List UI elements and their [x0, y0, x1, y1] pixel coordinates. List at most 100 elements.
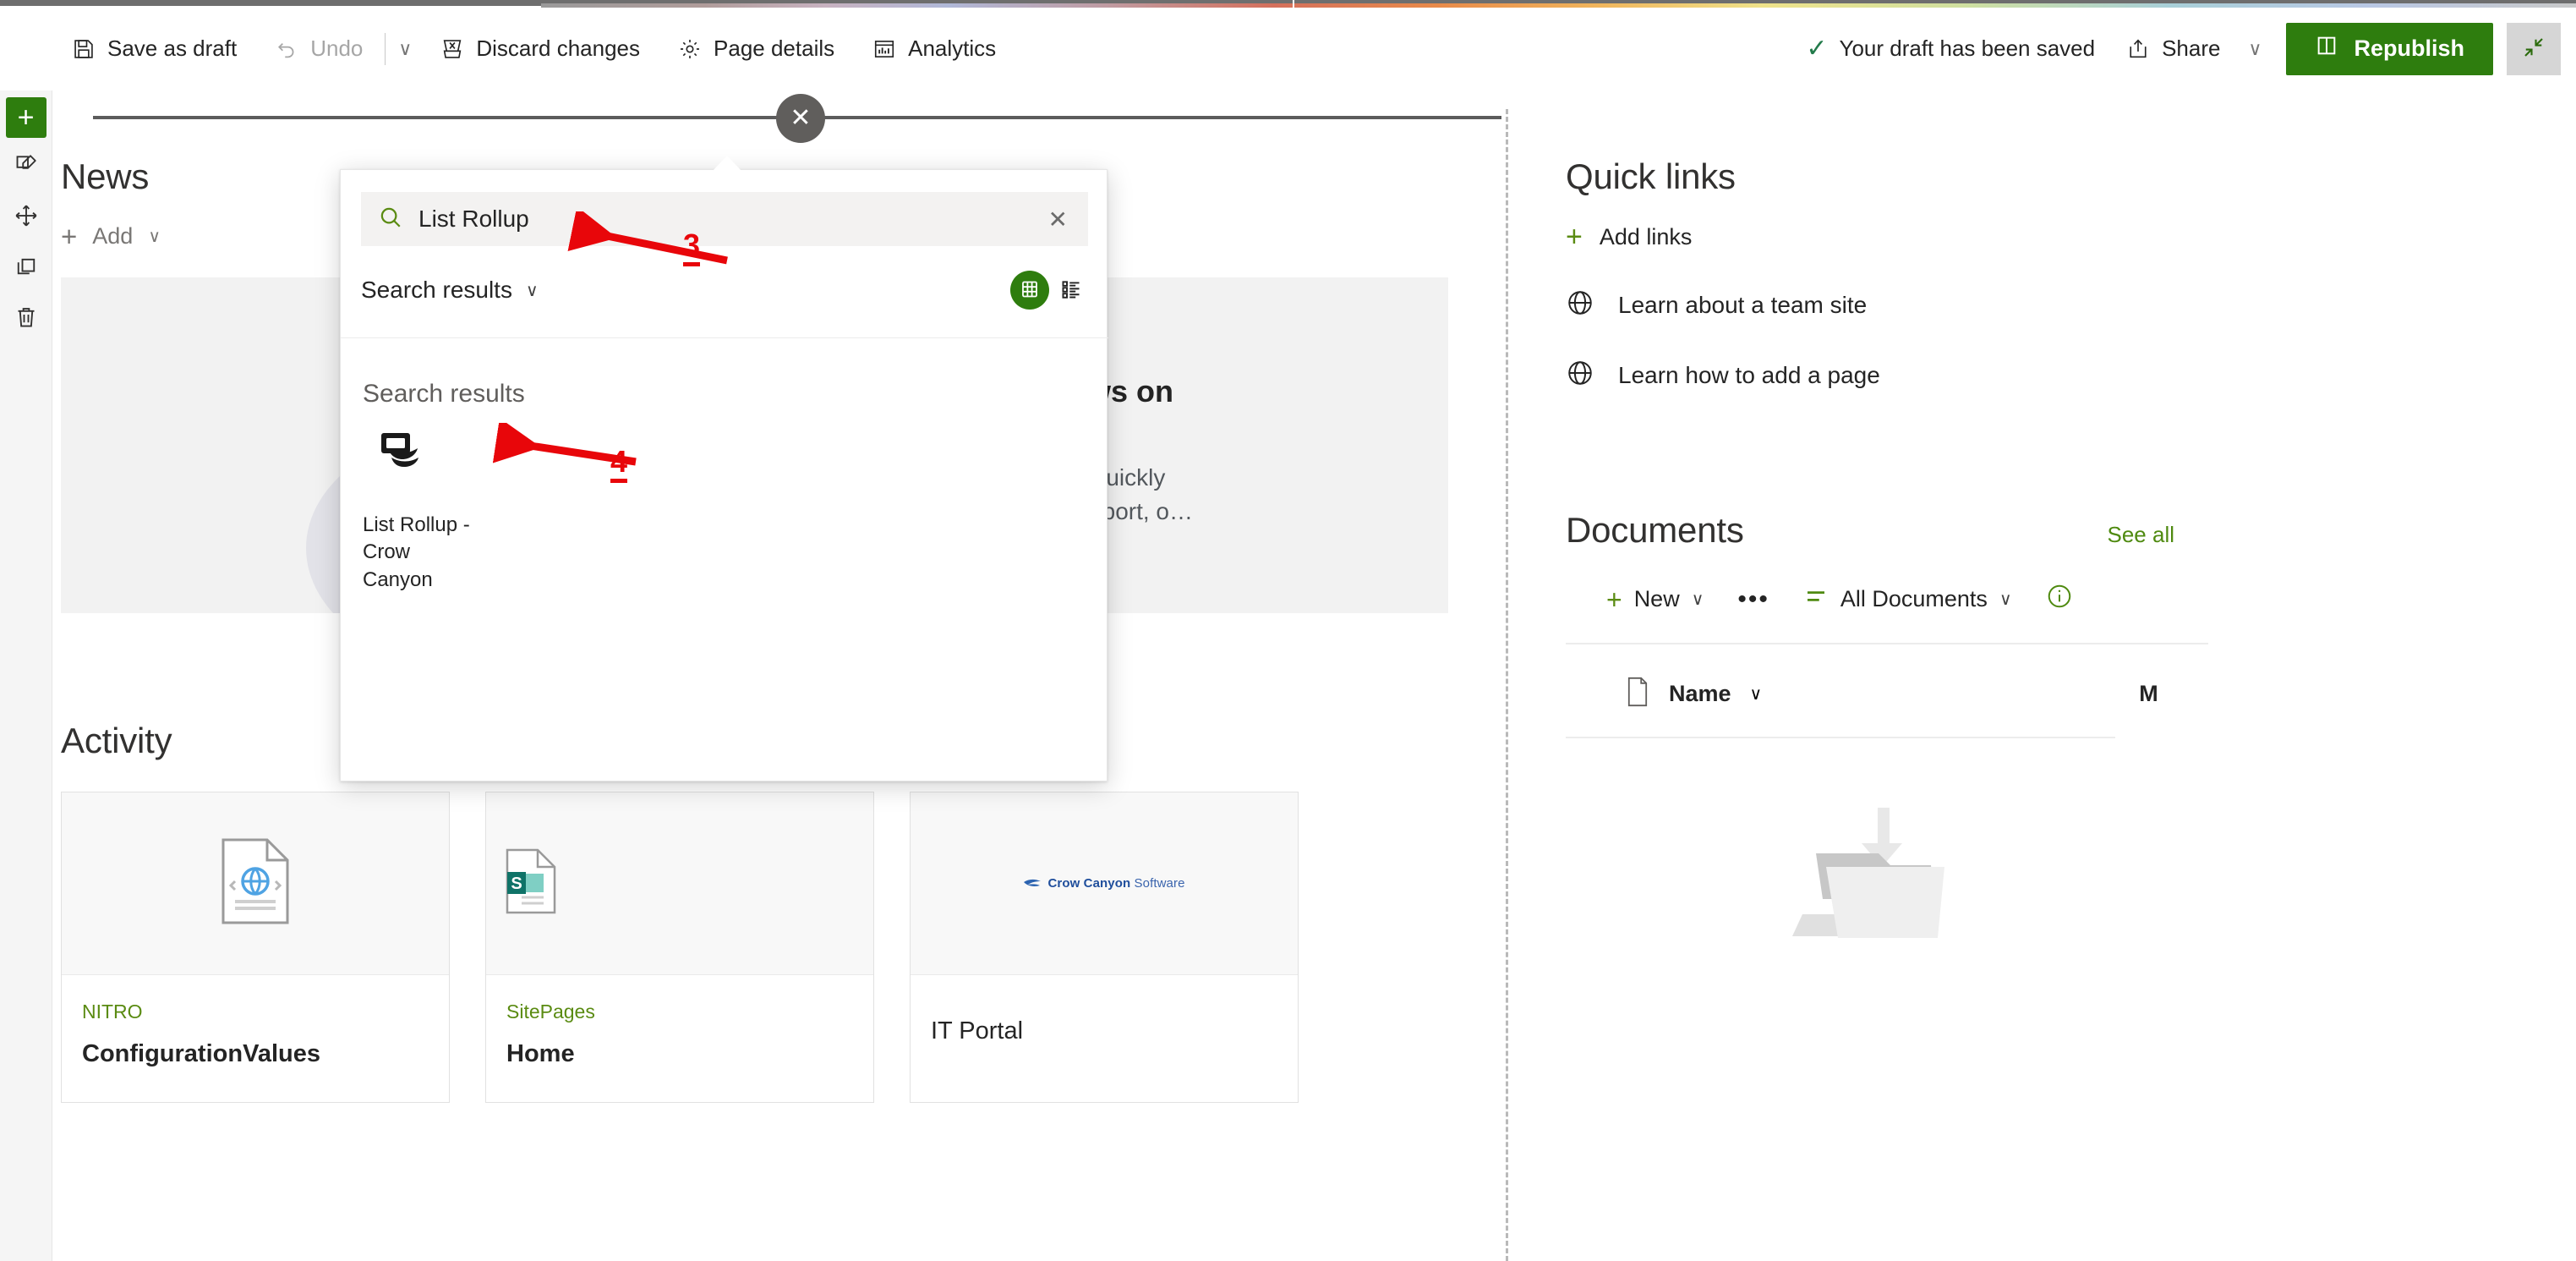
- documents-name-label: Name: [1669, 681, 1731, 706]
- discard-changes-label: Discard changes: [476, 36, 641, 61]
- undo-button[interactable]: Undo: [255, 25, 381, 72]
- crow-canyon-logo: Crow Canyon Software: [1023, 876, 1184, 891]
- quick-links-title: Quick links: [1566, 156, 1736, 196]
- activity-card-name: ConfigurationValues: [82, 1040, 320, 1067]
- discard-changes-button[interactable]: Discard changes: [421, 25, 659, 72]
- globe-icon: [1566, 359, 1594, 392]
- activity-card-thumbnail: [62, 792, 449, 975]
- sharepoint-page-icon: S: [505, 848, 557, 918]
- save-as-draft-label: Save as draft: [107, 36, 238, 61]
- search-icon: [378, 205, 403, 234]
- chevron-down-icon: ∨: [525, 281, 539, 300]
- toolbox-view-toggles: [1010, 271, 1088, 310]
- web-file-icon: [220, 837, 291, 929]
- duplicate-icon: [14, 254, 39, 282]
- result-tile-list-rollup[interactable]: List Rollup - Crow Canyon: [363, 430, 523, 594]
- news-add-label: Add: [92, 223, 134, 249]
- quick-link-label: Learn about a team site: [1618, 291, 1868, 318]
- top-accent-tick: [1293, 0, 1294, 8]
- gear-icon: [677, 36, 703, 62]
- analytics-icon: [872, 36, 897, 62]
- top-accent-bar: [0, 0, 2576, 8]
- documents-name-column[interactable]: Name ∨: [1625, 677, 1762, 711]
- plus-icon: +: [61, 221, 78, 252]
- empty-folder-icon: [1787, 806, 1987, 946]
- documents-title: Documents: [1566, 510, 1744, 550]
- documents-view-selector[interactable]: All Documents ∨: [1786, 575, 2029, 623]
- activity-card-name: Home: [506, 1040, 575, 1067]
- toolbox-filter-row: Search results ∨: [361, 265, 1088, 315]
- chevron-down-icon: ∨: [1999, 590, 2012, 609]
- share-button[interactable]: Share: [2107, 25, 2239, 72]
- webpart-search-field[interactable]: ✕: [361, 192, 1088, 246]
- save-as-draft-button[interactable]: Save as draft: [52, 25, 255, 72]
- add-links-label: Add links: [1599, 223, 1693, 249]
- documents-see-all-link[interactable]: See all: [2108, 522, 2175, 548]
- activity-card[interactable]: Crow Canyon Software IT Portal: [910, 792, 1299, 1103]
- command-bar: Save as draft Undo ∨ Discard changes Pag…: [0, 8, 2576, 90]
- toolbox-divider: [341, 337, 1108, 338]
- check-icon: ✓: [1806, 34, 1828, 63]
- file-icon: [1625, 677, 1650, 711]
- share-dropdown-button[interactable]: ∨: [2239, 28, 2271, 70]
- documents-toolbar-divider: [1566, 643, 2208, 644]
- result-tile-label: List Rollup - Crow Canyon: [363, 513, 470, 591]
- undo-dropdown-button[interactable]: ∨: [389, 28, 421, 70]
- activity-card[interactable]: NITRO ConfigurationValues: [61, 792, 450, 1103]
- column-divider: [1506, 109, 1508, 1261]
- clear-search-button[interactable]: ✕: [1045, 206, 1071, 233]
- documents-modified-label: M: [2139, 681, 2158, 706]
- plus-icon: +: [17, 101, 35, 134]
- documents-new-button[interactable]: + New ∨: [1589, 578, 1720, 622]
- collapse-toolbar-button[interactable]: [2507, 22, 2561, 75]
- search-input[interactable]: [418, 206, 1045, 233]
- documents-header-divider: [1566, 737, 2115, 738]
- move-icon: [14, 203, 39, 231]
- analytics-button[interactable]: Analytics: [853, 25, 1015, 72]
- documents-column-headers: Name ∨ M: [1566, 677, 2576, 711]
- rail-add-section-button[interactable]: +: [5, 97, 46, 138]
- rail-edit-section-button[interactable]: [6, 143, 46, 189]
- grid-view-icon: [1020, 279, 1040, 302]
- rail-delete-section-button[interactable]: [6, 295, 46, 341]
- close-icon: ✕: [1047, 206, 1068, 233]
- chevron-down-icon: ∨: [2248, 37, 2262, 59]
- list-view-toggle[interactable]: [1054, 273, 1088, 307]
- command-bar-left-group: Save as draft Undo ∨ Discard changes Pag…: [0, 25, 1015, 72]
- toolbox-filter-label: Search results: [361, 277, 512, 303]
- activity-card-thumbnail: S: [486, 792, 873, 975]
- page-details-label: Page details: [714, 36, 835, 61]
- activity-card-thumbnail: Crow Canyon Software: [911, 792, 1298, 975]
- close-section-button[interactable]: ✕: [776, 94, 825, 143]
- right-column: Quick links + Add links Learn about a te…: [1566, 156, 2576, 946]
- documents-more-button[interactable]: •••: [1720, 584, 1786, 616]
- republish-icon: [2315, 34, 2338, 63]
- activity-card-body: SitePages Home: [486, 975, 873, 1102]
- quick-link-item[interactable]: Learn about a team site: [1566, 288, 2576, 321]
- quick-link-item[interactable]: Learn how to add a page: [1566, 359, 2576, 392]
- annotation-label-4: 4: [610, 446, 628, 483]
- globe-icon: [1566, 288, 1594, 321]
- rail-duplicate-section-button[interactable]: [6, 244, 46, 290]
- rail-move-section-button[interactable]: [6, 194, 46, 239]
- documents-info-button[interactable]: [2029, 574, 2090, 624]
- activity-card[interactable]: S SitePages Home: [485, 792, 874, 1103]
- chevron-down-icon: ∨: [1749, 685, 1763, 704]
- toolbar-divider: [385, 32, 386, 65]
- info-icon: [2046, 583, 2073, 616]
- toolbox-filter-dropdown[interactable]: Search results ∨: [361, 277, 539, 304]
- documents-empty-state: [1566, 806, 2208, 946]
- discard-icon: [440, 36, 465, 62]
- news-add-button[interactable]: + Add ∨: [61, 222, 161, 250]
- page-details-button[interactable]: Page details: [659, 25, 853, 72]
- republish-label: Republish: [2354, 36, 2464, 61]
- republish-button[interactable]: Republish: [2286, 22, 2493, 75]
- add-links-button[interactable]: + Add links: [1566, 222, 1692, 251]
- trash-icon: [14, 304, 39, 332]
- chevron-down-icon: ∨: [398, 37, 413, 59]
- ellipsis-icon: •••: [1737, 584, 1769, 613]
- grid-view-toggle[interactable]: [1010, 271, 1049, 310]
- activity-card-source: NITRO: [82, 1001, 143, 1023]
- activity-card-name: IT Portal: [931, 1017, 1024, 1044]
- share-label: Share: [2162, 36, 2221, 61]
